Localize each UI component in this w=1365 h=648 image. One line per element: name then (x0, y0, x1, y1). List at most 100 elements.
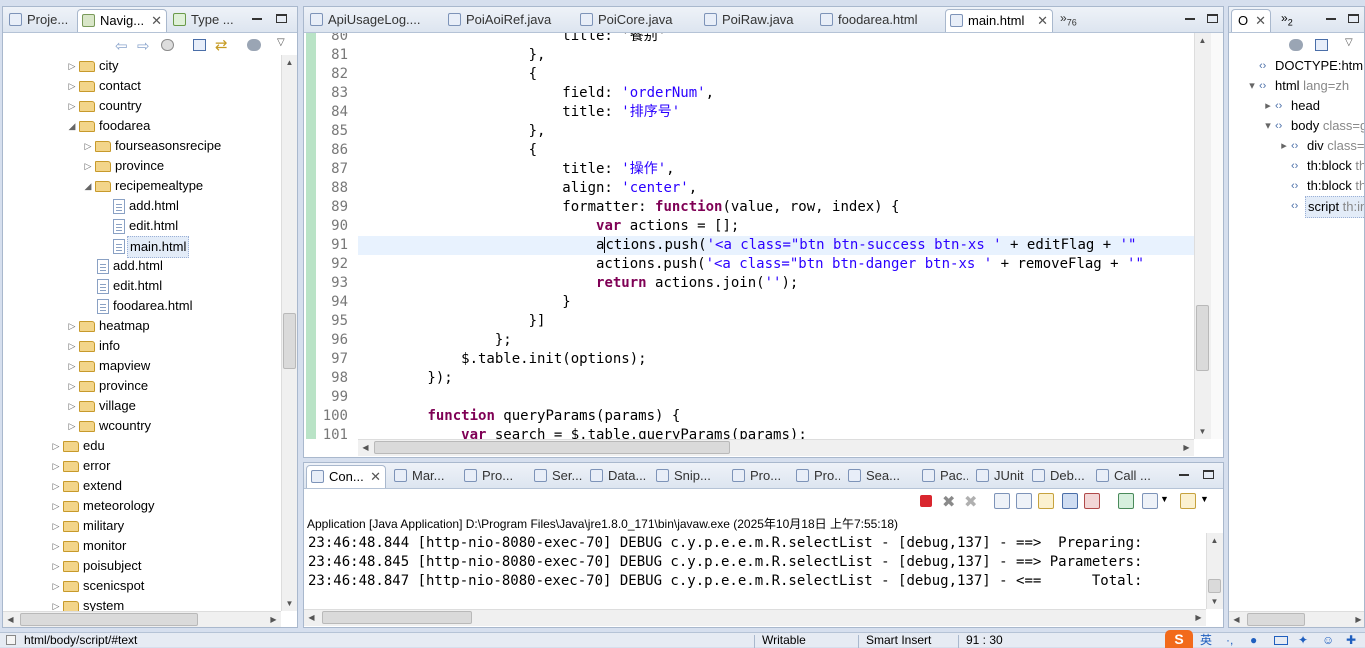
code-line[interactable]: }, (360, 46, 546, 65)
chevron-right-icon[interactable]: ▷ (67, 56, 77, 76)
minimize-icon[interactable] (1182, 10, 1198, 26)
console-tab[interactable]: Call ... (1092, 465, 1154, 488)
scroll-down-icon[interactable]: ▼ (282, 596, 297, 611)
scroll-left-icon[interactable]: ◀ (1229, 612, 1244, 627)
up-folder-icon[interactable] (161, 39, 174, 51)
tab-overflow[interactable]: »76 (1060, 11, 1077, 27)
scroll-thumb[interactable] (1208, 579, 1221, 593)
scroll-thumb[interactable] (20, 613, 198, 626)
code-line[interactable]: }] (360, 312, 546, 331)
tree-item[interactable]: ▷ error (3, 456, 281, 476)
view-menu-icon[interactable] (1289, 39, 1303, 51)
tree-item[interactable]: ▷ fourseasonsrecipe (3, 136, 281, 156)
chevron-right-icon[interactable]: ▷ (67, 416, 77, 436)
tree-item[interactable]: ▷ heatmap (3, 316, 281, 336)
chevron-right-icon[interactable]: ▷ (67, 316, 77, 336)
chevron-down-icon[interactable]: ▼ (1160, 494, 1169, 504)
tree-item[interactable]: ▷ meteorology (3, 496, 281, 516)
chevron-right-icon[interactable]: ▷ (51, 596, 61, 611)
chevron-right-icon[interactable]: ▷ (83, 156, 93, 176)
scroll-down-icon[interactable]: ▼ (1207, 594, 1222, 609)
pin-console-icon[interactable] (1118, 493, 1134, 509)
tree-item[interactable]: ▷ country (3, 96, 281, 116)
scroll-up-icon[interactable]: ▲ (1207, 533, 1222, 548)
code-line[interactable]: var actions = []; (360, 217, 739, 236)
code-line[interactable]: var search = $.table.queryParams(params)… (360, 426, 807, 439)
code-area[interactable]: 80 title: '餐别' 81 }, 82 {83 field: 'orderN… (304, 33, 1194, 439)
user-icon[interactable]: ☺ (1322, 633, 1334, 648)
collapse-all-icon[interactable] (1315, 39, 1328, 51)
skin-icon[interactable]: ✦ (1298, 633, 1308, 648)
editor-vertical-scrollbar[interactable]: ▲ ▼ (1194, 33, 1211, 439)
scroll-left-icon[interactable]: ◀ (3, 612, 18, 627)
chevron-right-icon[interactable]: ▷ (51, 496, 61, 516)
chevron-right-icon[interactable]: ▷ (67, 376, 77, 396)
code-line[interactable]: title: '餐别' (360, 33, 666, 46)
tree-item[interactable]: main.html (3, 236, 281, 258)
code-line[interactable]: title: '操作', (360, 160, 674, 179)
outline-item[interactable]: ▾ ‹› html lang=zh (1229, 76, 1364, 96)
scroll-right-icon[interactable]: ▶ (1351, 612, 1364, 627)
code-line[interactable]: function queryParams(params) { (360, 407, 680, 426)
chevron-right-icon[interactable]: ▷ (67, 336, 77, 356)
microphone-icon[interactable]: ● (1250, 633, 1257, 648)
tree-item[interactable]: foodarea.html (3, 296, 281, 316)
console-tab[interactable]: Sea... (844, 465, 914, 488)
tab-overflow[interactable]: »2 (1281, 11, 1293, 27)
minimize-icon[interactable] (1323, 10, 1339, 26)
link-editor-icon[interactable]: ⇄ (215, 36, 228, 54)
chevron-right-icon[interactable]: ▷ (67, 356, 77, 376)
chevron-down-icon[interactable]: ▽ (277, 37, 285, 48)
chevron-right-icon[interactable]: ▷ (67, 76, 77, 96)
tab-navigator[interactable]: Navig... ✕ (77, 9, 167, 32)
tree-item[interactable]: ▷ system (3, 596, 281, 611)
tree-item[interactable]: ▷ edu (3, 436, 281, 456)
console-horizontal-scrollbar[interactable]: ◀ ▶ (304, 609, 1206, 626)
outline-horizontal-scrollbar[interactable]: ◀ ▶ (1229, 611, 1364, 627)
navigator-horizontal-scrollbar[interactable]: ◀ ▶ (3, 611, 281, 627)
navigator-vertical-scrollbar[interactable]: ▲ ▼ (281, 55, 297, 611)
chevron-right-icon[interactable]: ▷ (51, 576, 61, 596)
code-line[interactable]: return actions.join(''); (360, 274, 798, 293)
console-vertical-scrollbar[interactable]: ▲ ▼ (1206, 533, 1223, 609)
word-wrap-icon[interactable] (1038, 493, 1054, 509)
tab-main-html[interactable]: main.html ✕ (945, 9, 1053, 32)
chevron-right-icon[interactable]: ▷ (51, 436, 61, 456)
code-line[interactable]: }); (360, 369, 452, 388)
outline-item[interactable]: ‹› DOCTYPE:html (1229, 56, 1364, 76)
forward-arrow-icon[interactable]: ⇨ (137, 37, 150, 55)
chevron-right-icon[interactable]: ▸ (1263, 96, 1273, 116)
chevron-right-icon[interactable]: ▷ (67, 396, 77, 416)
minimize-icon[interactable] (249, 10, 265, 26)
tree-item[interactable]: edit.html (3, 216, 281, 236)
chevron-right-icon[interactable]: ▷ (51, 536, 61, 556)
console-tab[interactable]: Pro... (728, 465, 788, 488)
remove-all-icon[interactable]: ✖ (964, 492, 977, 512)
view-menu-icon[interactable] (247, 39, 261, 51)
console-tab[interactable]: Pac... (918, 465, 968, 488)
close-icon[interactable]: ✕ (1255, 10, 1266, 31)
scroll-up-icon[interactable]: ▲ (282, 55, 297, 70)
tree-item[interactable]: ▷ city (3, 56, 281, 76)
keyboard-icon[interactable] (1274, 636, 1288, 645)
scroll-right-icon[interactable]: ▶ (1191, 610, 1206, 625)
minimize-icon[interactable] (1176, 466, 1192, 482)
code-line[interactable]: $.table.init(options); (360, 350, 646, 369)
console-output[interactable]: 23:46:48.844 [http-nio-8080-exec-70] DEB… (304, 533, 1206, 609)
code-line[interactable]: { (360, 141, 537, 160)
console-tab[interactable]: Pro... (792, 465, 840, 488)
maximize-icon[interactable] (1345, 10, 1361, 26)
tree-item[interactable]: ▷ scenicspot (3, 576, 281, 596)
chevron-down-icon[interactable]: ▽ (1345, 37, 1353, 48)
code-line[interactable]: formatter: function(value, row, index) { (360, 198, 899, 217)
collapse-all-icon[interactable] (193, 39, 206, 51)
chevron-right-icon[interactable]: ▷ (51, 516, 61, 536)
show-on-error-icon[interactable] (1084, 493, 1100, 509)
scroll-right-icon[interactable]: ▶ (266, 612, 281, 627)
scroll-lock-icon[interactable] (1016, 493, 1032, 509)
editor-horizontal-scrollbar[interactable]: ◀ ▶ (358, 439, 1194, 456)
tree-item[interactable]: ▷ province (3, 156, 281, 176)
close-icon[interactable]: ✕ (370, 466, 381, 487)
tree-item[interactable]: ▷ village (3, 396, 281, 416)
open-console-icon[interactable] (1180, 493, 1196, 509)
